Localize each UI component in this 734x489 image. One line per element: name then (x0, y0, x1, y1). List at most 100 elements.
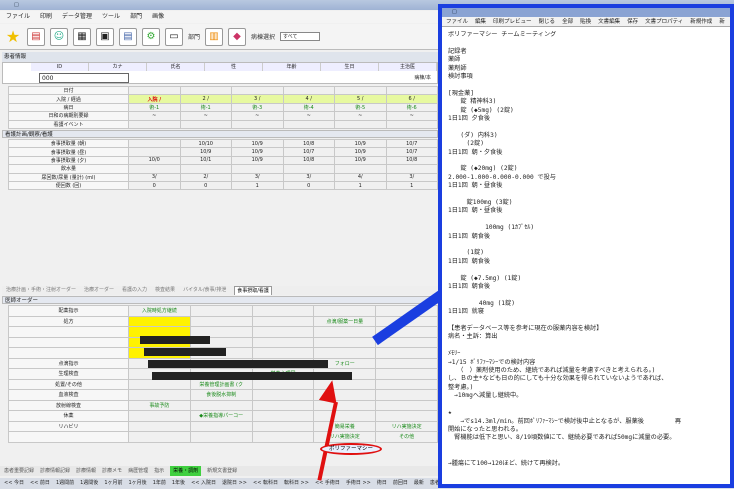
vital-cell[interactable]: 10/8 (282, 138, 335, 149)
date-nav-button[interactable]: << 入院日 (191, 478, 216, 489)
order-cell[interactable] (128, 420, 191, 432)
schedule-cell[interactable]: 3 / (231, 94, 284, 104)
order-cell[interactable] (375, 399, 438, 411)
vital-cell[interactable]: 10/9 (179, 147, 232, 157)
schedule-cell[interactable]: 術-1 (128, 102, 181, 113)
date-nav-button[interactable]: 1週間前 (56, 478, 74, 489)
vital-cell[interactable]: 10/10 (179, 138, 232, 149)
footer-tab[interactable]: 診療情報 (76, 466, 96, 476)
vital-cell[interactable]: 0 (282, 180, 335, 191)
order-cell[interactable]: 簡易栄養 (313, 420, 377, 432)
order-cell[interactable] (251, 326, 315, 338)
schedule-cell[interactable] (128, 119, 181, 129)
monitor-icon[interactable]: ▭ (165, 27, 183, 46)
vital-cell[interactable]: 10/9 (231, 138, 284, 149)
order-cell[interactable] (313, 347, 377, 359)
menu-print[interactable]: 印刷 (40, 11, 52, 23)
document-icon[interactable]: ▤ (119, 27, 137, 46)
vital-cell[interactable]: 3/ (128, 172, 181, 182)
vital-cell[interactable]: 10/9 (231, 147, 284, 157)
order-cell[interactable] (375, 410, 438, 422)
order-cell[interactable] (251, 399, 315, 411)
schedule-cell[interactable] (231, 85, 284, 96)
ward-select[interactable]: すべて (280, 32, 321, 41)
tool-icon[interactable]: ⚙ (142, 27, 160, 46)
schedule-cell[interactable]: ~ (179, 111, 232, 121)
order-cell[interactable] (375, 347, 438, 359)
menu-department[interactable]: 部門 (130, 11, 142, 23)
vital-cell[interactable]: 10/1 (179, 155, 232, 166)
order-cell[interactable]: その他 (375, 431, 438, 443)
order-cell[interactable] (251, 305, 315, 317)
memo-menu-item[interactable]: 新規作成 (690, 17, 712, 26)
order-cell[interactable] (313, 410, 377, 422)
schedule-cell[interactable]: 術-1 (179, 102, 232, 113)
schedule-cell[interactable]: 術-5 (334, 102, 387, 113)
footer-tab[interactable]: 診療情報記録 (40, 466, 70, 476)
vital-cell[interactable]: 3/ (282, 172, 335, 182)
vital-cell[interactable]: 10/9 (334, 147, 387, 157)
person-icon[interactable]: ☺ (50, 27, 68, 46)
tab-2[interactable]: 看護の入力 (122, 286, 147, 295)
memo-menu-item[interactable]: 全部 (562, 17, 573, 26)
date-nav-button[interactable]: 前回日 (393, 478, 408, 489)
star-icon[interactable]: ★ (4, 27, 22, 46)
menu-tools[interactable]: ツール (102, 11, 120, 23)
date-nav-button[interactable]: 1年前 (153, 478, 166, 489)
schedule-cell[interactable] (334, 119, 387, 129)
order-cell[interactable] (251, 420, 315, 432)
vital-cell[interactable]: 10/9 (334, 138, 387, 149)
order-cell[interactable] (375, 368, 438, 380)
schedule-cell[interactable] (385, 119, 438, 129)
order-cell[interactable] (251, 431, 315, 443)
memo-body[interactable]: ポリファーマシー チームミーティング 記録者 薬師 薬剤師 検討事項 [現金薬] 錠 精神… (448, 31, 728, 482)
date-nav-button[interactable]: 1ヶ月前 (104, 478, 122, 489)
vital-cell[interactable]: 1 (385, 180, 438, 191)
schedule-cell[interactable] (282, 85, 335, 96)
memo-menu-item[interactable]: ファイル (446, 17, 468, 26)
order-cell[interactable]: ◆栄養指導パーコー (189, 410, 253, 422)
order-cell[interactable]: リハ実施決定 (313, 431, 377, 443)
vital-cell[interactable]: 0 (128, 180, 181, 191)
order-cell[interactable] (128, 410, 191, 422)
vital-cell[interactable]: 3/ (231, 172, 284, 182)
footer-tab[interactable]: 病歴管理 (128, 466, 148, 476)
order-cell[interactable] (189, 305, 253, 317)
order-cell[interactable]: 入院時処方継続 (128, 305, 191, 317)
schedule-cell[interactable]: ~ (128, 111, 181, 121)
schedule-cell[interactable]: 2 / (179, 94, 232, 104)
schedule-cell[interactable]: 術-3 (231, 102, 284, 113)
memo-menu-item[interactable]: 保存 (627, 17, 638, 26)
footer-tab[interactable]: 指示 (154, 466, 164, 476)
date-nav-button[interactable]: << 今日 (4, 478, 24, 489)
vital-cell[interactable] (179, 164, 232, 174)
vital-cell[interactable]: 10/9 (334, 155, 387, 166)
schedule-cell[interactable]: 6 / (385, 94, 438, 104)
order-cell[interactable] (189, 315, 253, 327)
memo-menu-item[interactable]: 文書編集 (598, 17, 620, 26)
order-cell[interactable] (375, 378, 438, 390)
memo-menu-item[interactable]: 文書プロパティ (645, 17, 683, 26)
vital-cell[interactable]: 10/7 (385, 147, 438, 157)
date-nav-button[interactable]: 転科日 >> (284, 478, 309, 489)
date-nav-button[interactable]: << 転科日 (253, 478, 278, 489)
date-nav-button[interactable]: 1週間後 (80, 478, 98, 489)
vital-cell[interactable]: 4/ (334, 172, 387, 182)
order-cell[interactable] (251, 336, 315, 348)
patient-id-field[interactable]: 000 (39, 73, 129, 83)
order-cell[interactable] (313, 305, 377, 317)
schedule-cell[interactable]: ~ (231, 111, 284, 121)
order-cell[interactable] (251, 378, 315, 390)
schedule-cell[interactable] (128, 85, 181, 96)
schedule-cell[interactable] (334, 85, 387, 96)
vital-cell[interactable]: 10/7 (385, 138, 438, 149)
schedule-cell[interactable]: 入院 / (128, 94, 181, 104)
schedule-cell[interactable]: 術-6 (385, 102, 438, 113)
vital-cell[interactable]: 2/ (179, 172, 232, 182)
date-nav-button[interactable]: 手術日 >> (346, 478, 371, 489)
order-cell[interactable] (128, 315, 191, 327)
vital-cell[interactable]: 10/8 (385, 155, 438, 166)
order-cell[interactable]: 点滴/服薬一日量 (313, 315, 377, 327)
order-cell[interactable] (251, 347, 315, 359)
menu-image[interactable]: 画像 (152, 11, 164, 23)
